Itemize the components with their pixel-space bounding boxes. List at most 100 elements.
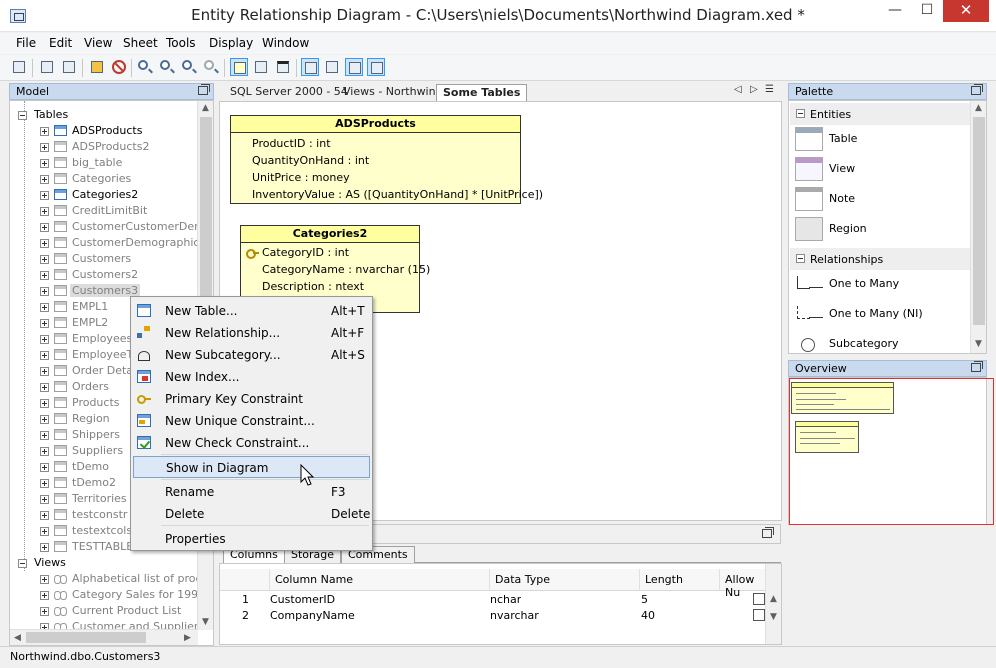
expand-icon[interactable] <box>40 351 49 360</box>
collapse-icon[interactable] <box>796 254 805 263</box>
palette-item-region[interactable]: Region <box>793 215 969 243</box>
tab-prev-icon[interactable]: ◁ <box>734 84 742 95</box>
minimize-button[interactable]: — <box>880 0 910 22</box>
allow-nulls-checkbox[interactable] <box>753 593 765 605</box>
cell-column-name[interactable]: CustomerID <box>270 593 335 606</box>
menu-item-new-check-constraint[interactable]: New Check Constraint... <box>133 432 370 454</box>
menu-item-new-index[interactable]: New Index... <box>133 366 370 388</box>
scroll-down-icon[interactable]: ▼ <box>975 339 982 349</box>
tab-sql-server-2000[interactable]: SQL Server 2000 - 54 <box>224 84 354 101</box>
expand-icon[interactable] <box>40 591 49 600</box>
menu-item-show-in-diagram[interactable]: Show in Diagram <box>133 456 370 478</box>
collapse-icon[interactable] <box>796 109 805 118</box>
expand-icon[interactable] <box>40 511 49 520</box>
zoom-in-icon[interactable] <box>158 58 176 76</box>
scroll-up-icon[interactable]: ▲ <box>975 103 982 113</box>
tab-views-northwind[interactable]: Views - Northwind <box>337 84 449 101</box>
column-header-length[interactable]: Length <box>640 569 720 591</box>
zoom-fit-icon[interactable] <box>136 58 154 76</box>
tab-next-icon[interactable]: ▷ <box>750 84 758 95</box>
menu-sheet[interactable]: Sheet <box>123 36 158 50</box>
expand-icon[interactable] <box>40 287 49 296</box>
pin-icon[interactable] <box>198 84 210 95</box>
scroll-up-icon[interactable]: ▲ <box>770 594 777 604</box>
cell-column-name[interactable]: CompanyName <box>270 609 355 622</box>
menu-item-delete[interactable]: Delete Delete <box>133 503 370 525</box>
expand-icon[interactable] <box>40 255 49 264</box>
page-setup-icon[interactable] <box>60 58 78 76</box>
palette-group-relationships[interactable]: Relationships <box>790 248 970 270</box>
palette-item-note[interactable]: Note <box>793 185 969 213</box>
collapse-icon[interactable] <box>18 111 27 120</box>
expand-icon[interactable] <box>40 383 49 392</box>
expand-icon[interactable] <box>40 127 49 136</box>
delete-icon[interactable] <box>110 58 128 76</box>
menu-window[interactable]: Window <box>262 36 309 50</box>
zoom-out-icon[interactable] <box>180 58 198 76</box>
expand-icon[interactable] <box>40 495 49 504</box>
expand-icon[interactable] <box>40 223 49 232</box>
allow-nulls-checkbox[interactable] <box>753 609 765 621</box>
scroll-thumb[interactable] <box>973 117 985 325</box>
scroll-down-icon[interactable]: ▼ <box>202 617 209 627</box>
cell-data-type[interactable]: nchar <box>490 593 521 606</box>
menu-file[interactable]: File <box>16 36 36 50</box>
close-button[interactable]: ✕ <box>943 0 989 22</box>
show-types-icon[interactable] <box>301 58 319 76</box>
show-nulls-icon[interactable] <box>323 58 341 76</box>
menu-display[interactable]: Display <box>209 36 253 50</box>
display-names-icon[interactable] <box>274 58 292 76</box>
column-header-name[interactable]: Column Name <box>270 569 490 591</box>
expand-icon[interactable] <box>40 463 49 472</box>
collapse-icon[interactable] <box>18 559 27 568</box>
expand-icon[interactable] <box>40 175 49 184</box>
palette-item-table[interactable]: Table <box>793 125 969 153</box>
palette-vertical-scrollbar[interactable]: ▲ ▼ <box>970 101 986 353</box>
cell-length[interactable]: 40 <box>641 609 655 622</box>
column-header-type[interactable]: Data Type <box>490 569 640 591</box>
pin-icon[interactable] <box>762 527 774 538</box>
menu-view[interactable]: View <box>84 36 112 50</box>
expand-icon[interactable] <box>40 335 49 344</box>
grid-vertical-scrollbar[interactable]: ▲ ▼ <box>765 564 781 644</box>
expand-icon[interactable] <box>40 447 49 456</box>
column-header-allow-nulls[interactable]: Allow Nu <box>720 569 768 599</box>
add-table-icon[interactable] <box>88 58 106 76</box>
columns-grid[interactable]: Column Name Data Type Length Allow Nu 1 … <box>219 563 782 645</box>
expand-icon[interactable] <box>40 271 49 280</box>
expand-icon[interactable] <box>40 575 49 584</box>
menu-tools[interactable]: Tools <box>166 36 196 50</box>
tree-horizontal-scrollbar[interactable]: ◀ ▶ <box>10 629 198 645</box>
entity-adsproducts[interactable]: ADSProducts ProductID : int QuantityOnHa… <box>230 115 543 204</box>
palette-item-subcategory[interactable]: Subcategory <box>793 330 969 353</box>
menu-item-new-subcategory[interactable]: New Subcategory... Alt+S <box>133 344 370 366</box>
palette-item-one-to-many-ni[interactable]: One to Many (NI) <box>793 300 969 328</box>
menu-edit[interactable]: Edit <box>49 36 72 50</box>
tab-list-icon[interactable]: ☰ <box>765 84 774 95</box>
show-comments-icon[interactable] <box>345 58 363 76</box>
display-keys-icon[interactable] <box>252 58 270 76</box>
expand-icon[interactable] <box>40 143 49 152</box>
print-icon[interactable] <box>38 58 56 76</box>
pin-icon[interactable] <box>971 361 983 372</box>
cell-data-type[interactable]: nvarchar <box>490 609 539 622</box>
expand-icon[interactable] <box>40 319 49 328</box>
show-constraints-icon[interactable] <box>367 58 385 76</box>
pin-icon[interactable] <box>971 84 983 95</box>
menu-item-new-table[interactable]: New Table... Alt+T <box>133 300 370 322</box>
menu-item-rename[interactable]: Rename F3 <box>133 481 370 503</box>
save-icon[interactable] <box>10 58 28 76</box>
expand-icon[interactable] <box>40 607 49 616</box>
expand-icon[interactable] <box>40 415 49 424</box>
scroll-up-icon[interactable]: ▲ <box>202 103 209 113</box>
tab-some-tables[interactable]: Some Tables <box>436 84 528 101</box>
expand-icon[interactable] <box>40 191 49 200</box>
expand-icon[interactable] <box>40 399 49 408</box>
menu-item-primary-key[interactable]: Primary Key Constraint <box>133 388 370 410</box>
expand-icon[interactable] <box>40 527 49 536</box>
menu-item-properties[interactable]: Properties <box>133 528 370 550</box>
overview-map[interactable] <box>788 377 994 525</box>
palette-item-one-to-many[interactable]: One to Many <box>793 270 969 298</box>
expand-icon[interactable] <box>40 207 49 216</box>
maximize-button[interactable]: ☐ <box>912 0 942 22</box>
